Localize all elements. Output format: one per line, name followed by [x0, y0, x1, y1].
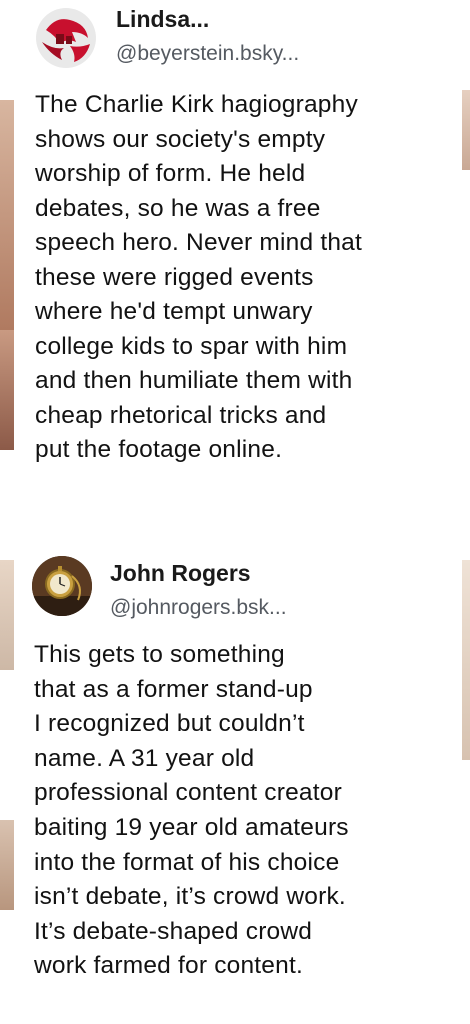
pocket-watch-icon [32, 556, 92, 616]
post-body: This gets to something that as a former … [34, 638, 454, 984]
post-body-line: and then humiliate them with [35, 367, 353, 394]
post-body-line: these were rigged events [35, 263, 314, 291]
author-name[interactable]: John Rogers [110, 560, 251, 587]
avatar[interactable] [32, 556, 92, 616]
post-body-line: The Charlie Kirk hagiography [35, 91, 358, 118]
post-body-line: shows our society's empty [35, 125, 326, 153]
post-body-line: into the format of his choice [34, 848, 340, 876]
post-body-line: baiting 19 year old amateurs [34, 813, 349, 841]
post-header: Lindsa... @beyerstein.bsky... [14, 0, 456, 74]
author-handle[interactable]: @johnrogers.bsk... [110, 596, 287, 620]
author-name[interactable]: Lindsa... [116, 6, 209, 33]
post-body-line: professional content creator [34, 779, 342, 807]
post-body: The Charlie Kirk hagiography shows our s… [35, 88, 455, 468]
post-body-line: worship of form. He held [35, 160, 306, 187]
post-body-line: name. A 31 year old [34, 744, 255, 772]
post-body-line: where he'd tempt unwary [35, 298, 313, 325]
post-body-line: This gets to something [34, 641, 285, 668]
post-card[interactable]: John Rogers @johnrogers.bsk... This gets… [0, 548, 470, 1024]
post-body-line: work farmed for content. [34, 952, 303, 980]
post-card[interactable]: Lindsa... @beyerstein.bsky... The Charli… [0, 0, 470, 545]
post-header: John Rogers @johnrogers.bsk... [14, 552, 456, 632]
post-body-line: college kids to spar with him [35, 332, 348, 360]
red-stylized-logo-icon [36, 8, 96, 68]
post-body-line: It’s debate-shaped crowd [34, 917, 313, 945]
post-body-line: that as a former stand-up [34, 675, 313, 703]
author-handle[interactable]: @beyerstein.bsky... [116, 42, 299, 66]
post-body-line: cheap rhetorical tricks and [35, 401, 327, 429]
post-body-line: speech hero. Never mind that [35, 229, 362, 256]
post-body-line: I recognized but couldn’t [34, 710, 305, 738]
post-body-line: debates, so he was a free [35, 194, 321, 222]
post-body-line: put the footage online. [35, 436, 283, 463]
avatar[interactable] [36, 8, 96, 68]
post-body-line: isn’t debate, it’s crowd work. [34, 883, 346, 911]
